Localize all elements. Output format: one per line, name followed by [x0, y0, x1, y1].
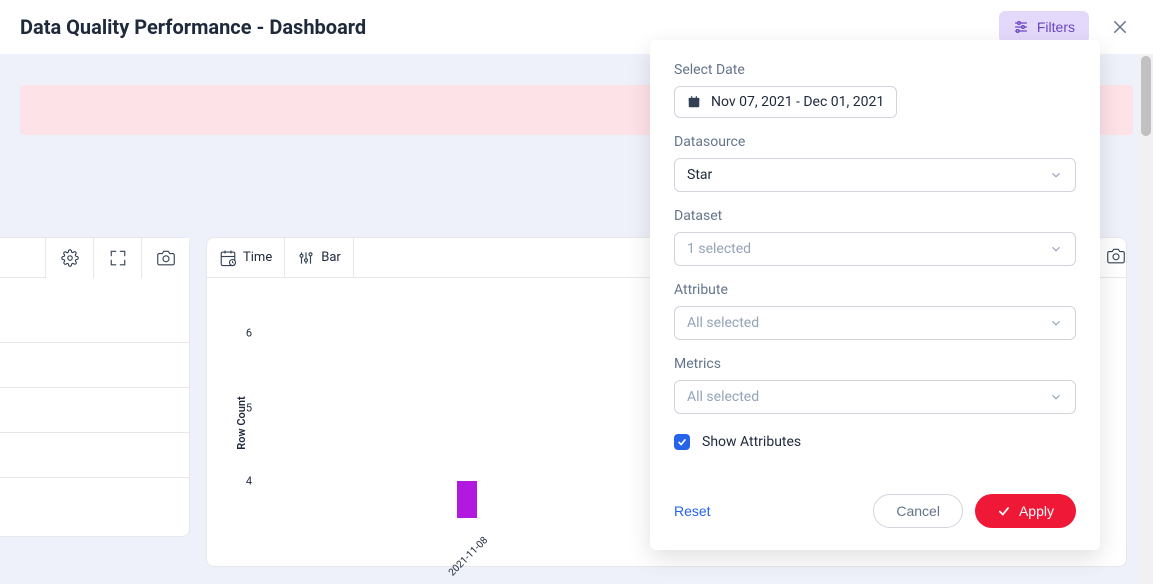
- camera-icon: [1107, 247, 1127, 267]
- datasource-label: Datasource: [674, 134, 1076, 150]
- y-tick: 6: [232, 327, 252, 340]
- y-tick: 5: [232, 402, 252, 415]
- dataset-value: 1 selected: [687, 241, 751, 257]
- page-title: Data Quality Performance - Dashboard: [20, 15, 366, 39]
- check-icon: [997, 504, 1011, 518]
- chevron-down-icon: [1049, 316, 1063, 330]
- form-group-dataset: Dataset 1 selected: [674, 208, 1076, 266]
- attribute-value: All selected: [687, 315, 759, 331]
- dataset-select[interactable]: 1 selected: [674, 232, 1076, 266]
- apply-button[interactable]: Apply: [975, 494, 1076, 528]
- check-icon: [677, 437, 687, 447]
- vertical-scrollbar[interactable]: [1139, 54, 1153, 584]
- list-item[interactable]: [0, 433, 189, 478]
- header-actions: Filters: [999, 11, 1133, 43]
- bar-chart-settings-icon: [297, 249, 315, 267]
- form-group-attribute: Attribute All selected: [674, 282, 1076, 340]
- chevron-down-icon: [1049, 242, 1063, 256]
- bar-label: Bar: [321, 250, 341, 265]
- show-attributes-row: Show Attributes: [674, 434, 1076, 450]
- chevron-down-icon: [1049, 390, 1063, 404]
- left-panel: [0, 237, 190, 537]
- form-group-date: Select Date Nov 07, 2021 - Dec 01, 2021: [674, 62, 1076, 118]
- metrics-label: Metrics: [674, 356, 1076, 372]
- datasource-select[interactable]: Star: [674, 158, 1076, 192]
- gear-icon: [61, 249, 79, 267]
- date-value: Nov 07, 2021 - Dec 01, 2021: [711, 94, 884, 110]
- camera-icon: [157, 249, 175, 267]
- datasource-value: Star: [687, 167, 712, 183]
- chart-type-selector[interactable]: Bar: [285, 238, 354, 277]
- cancel-button[interactable]: Cancel: [873, 494, 963, 528]
- show-attributes-label: Show Attributes: [702, 434, 801, 450]
- close-button[interactable]: [1107, 14, 1133, 40]
- filters-label: Filters: [1037, 19, 1075, 35]
- select-date-label: Select Date: [674, 62, 1076, 78]
- filters-button[interactable]: Filters: [999, 11, 1089, 43]
- metrics-value: All selected: [687, 389, 759, 405]
- calendar-icon: [219, 249, 237, 267]
- expand-icon: [109, 249, 127, 267]
- metrics-select[interactable]: All selected: [674, 380, 1076, 414]
- scrollbar-thumb[interactable]: [1141, 56, 1151, 136]
- left-panel-body: [0, 278, 189, 478]
- apply-label: Apply: [1019, 503, 1054, 519]
- show-attributes-checkbox[interactable]: [674, 434, 690, 450]
- list-item[interactable]: [0, 388, 189, 433]
- settings-button[interactable]: [45, 238, 93, 278]
- calendar-icon: [687, 95, 701, 109]
- time-label: Time: [243, 250, 272, 265]
- y-tick: 4: [232, 474, 252, 487]
- chevron-down-icon: [1049, 168, 1063, 182]
- expand-button[interactable]: [93, 238, 141, 278]
- attribute-select[interactable]: All selected: [674, 306, 1076, 340]
- attribute-label: Attribute: [674, 282, 1076, 298]
- date-range-picker[interactable]: Nov 07, 2021 - Dec 01, 2021: [674, 86, 897, 118]
- list-item[interactable]: [0, 298, 189, 343]
- form-group-datasource: Datasource Star: [674, 134, 1076, 192]
- filters-icon: [1013, 19, 1029, 35]
- dataset-label: Dataset: [674, 208, 1076, 224]
- filter-panel-footer: Reset Cancel Apply: [674, 474, 1076, 528]
- camera-button[interactable]: [141, 238, 189, 278]
- form-group-metrics: Metrics All selected: [674, 356, 1076, 414]
- chart-bar[interactable]: [457, 481, 477, 518]
- filter-panel: Select Date Nov 07, 2021 - Dec 01, 2021 …: [650, 40, 1100, 550]
- close-icon: [1111, 18, 1129, 36]
- left-panel-toolbar: [0, 238, 189, 278]
- time-selector[interactable]: Time: [207, 238, 285, 277]
- list-item[interactable]: [0, 343, 189, 388]
- reset-button[interactable]: Reset: [674, 503, 711, 519]
- footer-buttons: Cancel Apply: [873, 494, 1076, 528]
